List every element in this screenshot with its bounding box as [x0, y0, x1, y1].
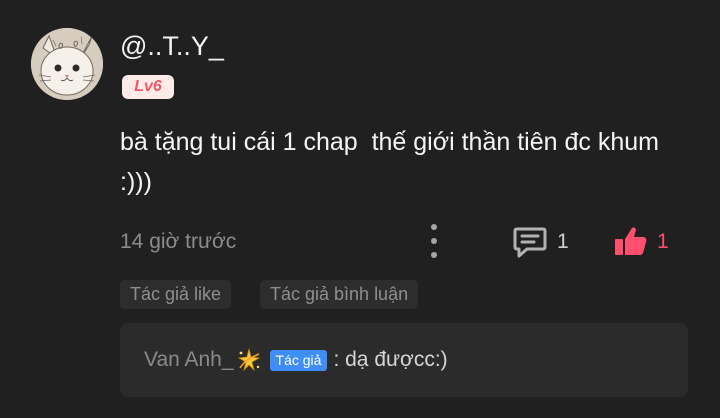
reply-author[interactable]: Van Anh_ — [144, 347, 234, 373]
comment-text: bà tặng tui cái 1 chap thế giới thần tiê… — [120, 128, 666, 196]
like-button[interactable] — [614, 224, 648, 258]
more-options-button[interactable] — [424, 224, 444, 258]
reply-count: 1 — [557, 230, 569, 253]
author-comment-tag: Tác giả bình luận — [260, 280, 419, 309]
more-vertical-icon-dot — [431, 238, 437, 244]
thumbs-up-icon — [615, 227, 647, 255]
comment-icon — [513, 227, 547, 258]
username[interactable]: @..T..Y_ — [120, 30, 224, 62]
dizzy-star-icon — [236, 347, 262, 373]
comment-time: 14 giờ trước — [120, 230, 237, 253]
more-vertical-icon-dot — [431, 252, 437, 258]
level-badge: Lv6 — [122, 75, 174, 99]
more-vertical-icon — [431, 224, 437, 230]
reply-line: Van Anh_ Tác giả : dạ đượcc:) — [144, 347, 448, 373]
like-count: 1 — [657, 230, 669, 253]
reply-button[interactable] — [512, 225, 548, 259]
cat-avatar-icon — [31, 28, 103, 100]
avatar[interactable] — [31, 28, 103, 100]
author-badge: Tác giả — [269, 349, 328, 371]
reply-text: : dạ đượcc:) — [333, 348, 448, 371]
author-reply-box[interactable]: Van Anh_ Tác giả : dạ đượcc:) — [120, 323, 688, 397]
author-like-tag: Tác giả like — [120, 280, 232, 309]
